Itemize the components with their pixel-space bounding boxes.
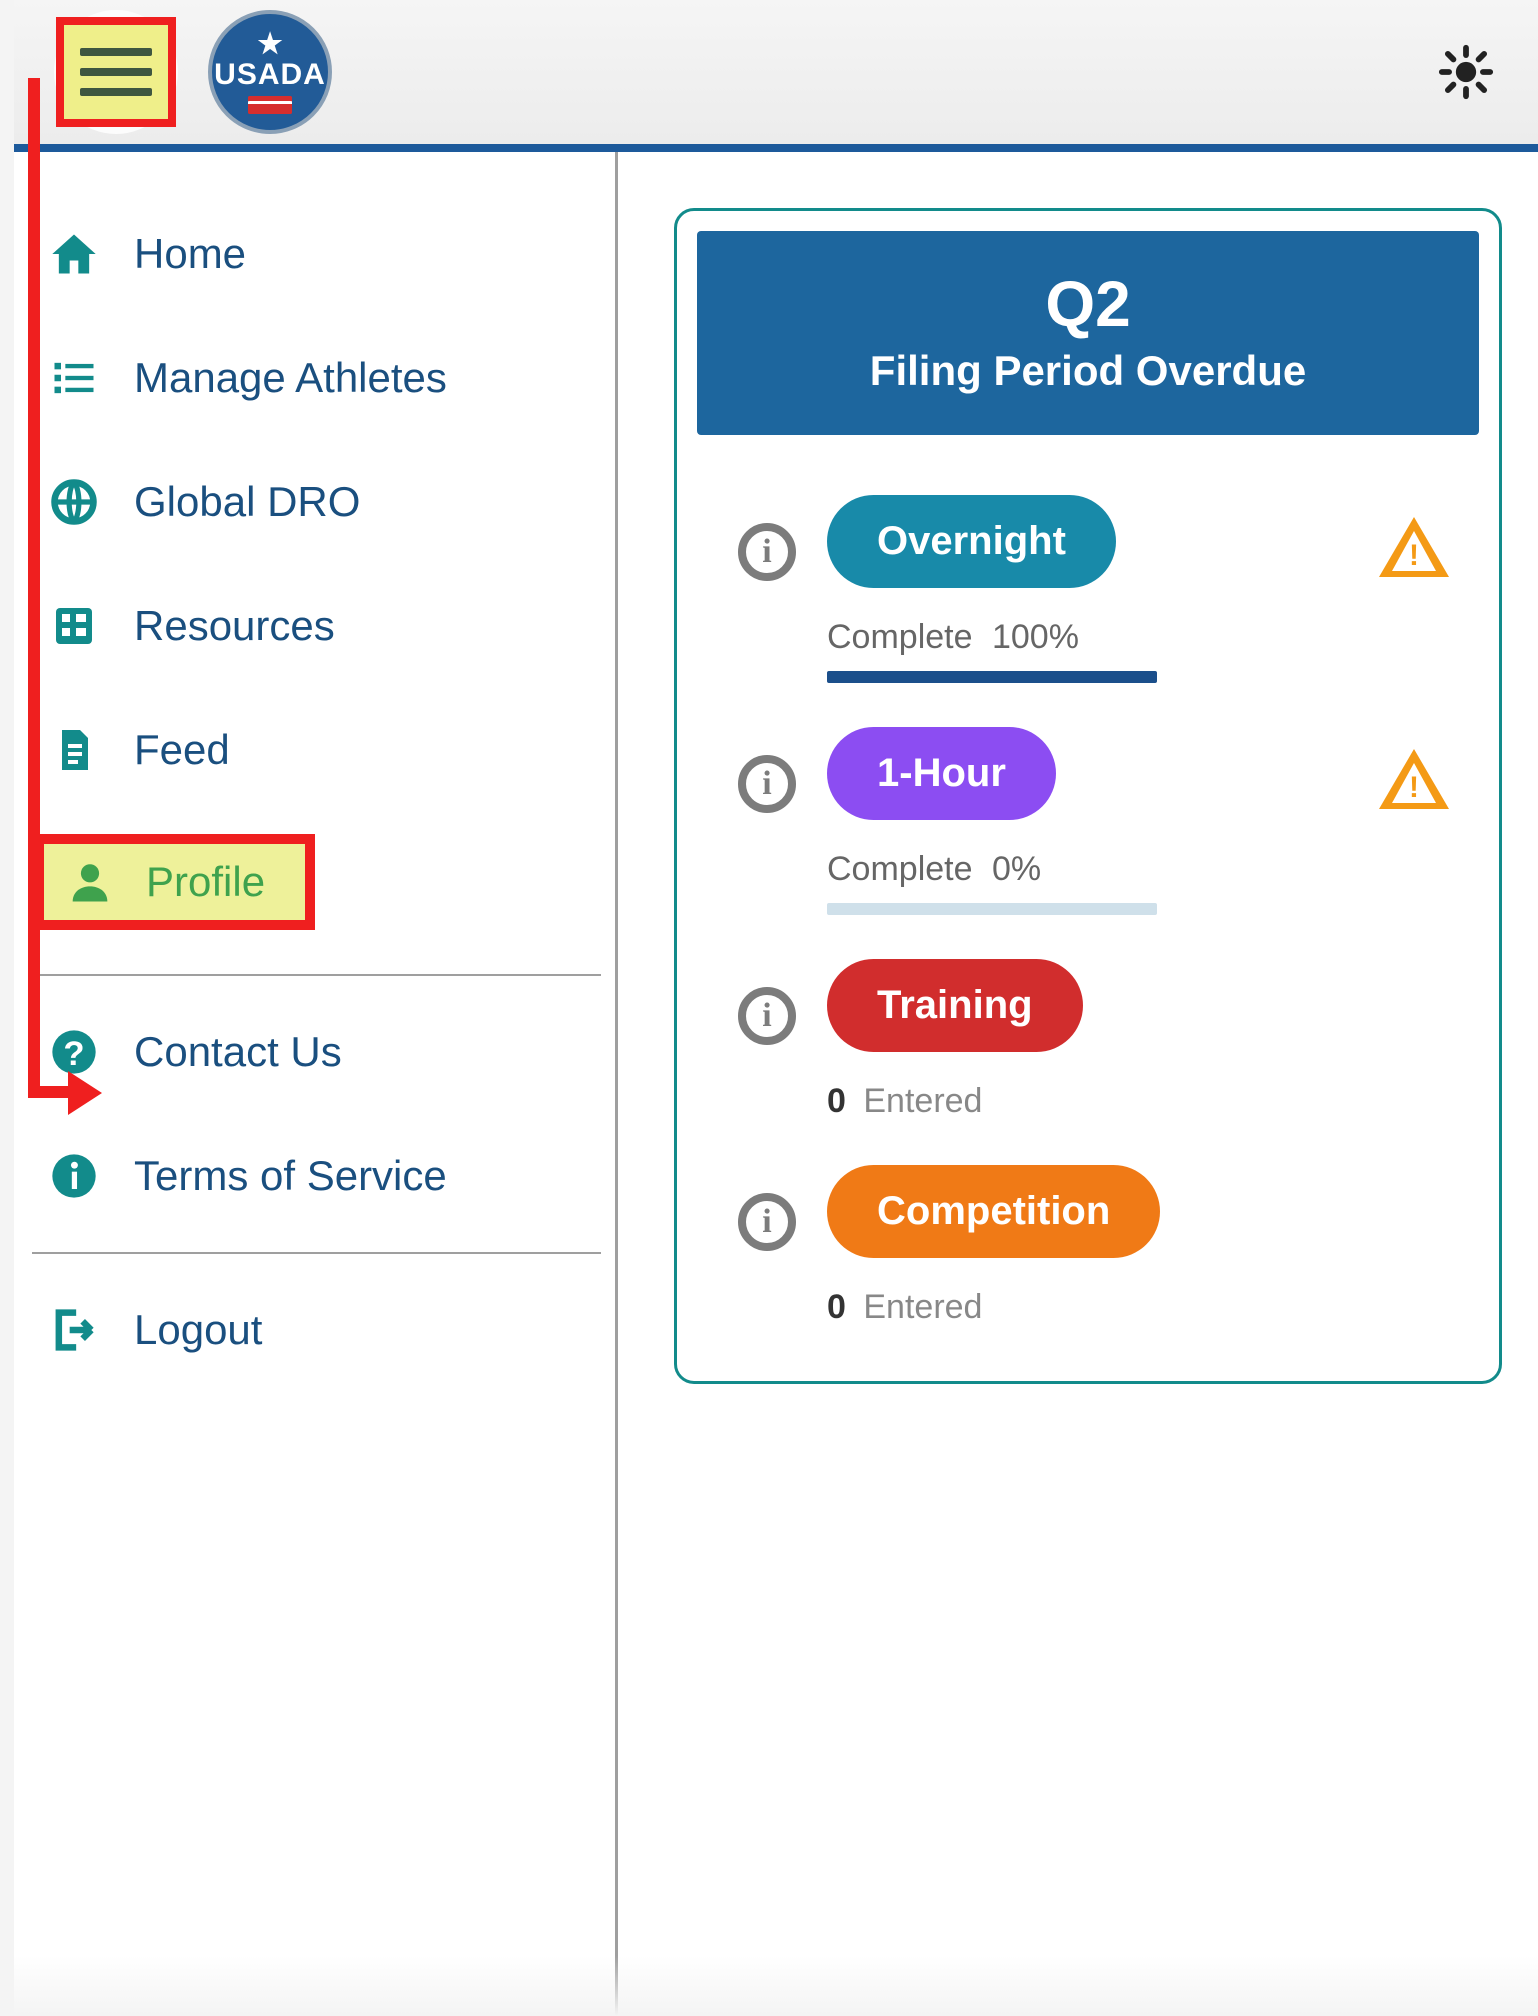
card-header: Q2 Filing Period Overdue <box>697 231 1479 435</box>
pill-training[interactable]: Training <box>827 959 1083 1052</box>
menu-button-container <box>54 10 178 134</box>
app-header: ★ USADA <box>14 0 1538 152</box>
status-line: Complete 100% <box>827 618 1079 663</box>
sidebar-item-label: Feed <box>134 726 230 774</box>
entry-overnight: i Overnight Complete 100% <box>677 475 1499 707</box>
entry-competition: i Competition 0 Entered <box>677 1145 1499 1351</box>
warning-icon <box>1379 517 1449 577</box>
entry-training: i Training 0 Entered <box>677 939 1499 1145</box>
app-body: Home Manage Athletes Global DRO Resource… <box>14 152 1538 2016</box>
count-value: 0 <box>827 1082 846 1120</box>
filing-period-card: Q2 Filing Period Overdue i Overnight Com… <box>674 208 1502 1384</box>
sidebar-item-label: Terms of Service <box>134 1152 447 1200</box>
status-label: Complete <box>827 850 973 888</box>
globe-icon <box>46 474 102 530</box>
sidebar-item-logout[interactable]: Logout <box>14 1268 615 1392</box>
sidebar-item-label: Manage Athletes <box>134 354 447 402</box>
sidebar-item-label: Global DRO <box>134 478 360 526</box>
sidebar-item-label: Profile <box>146 858 265 906</box>
count-label: Entered <box>863 1288 982 1326</box>
logo-text: USADA <box>214 58 326 92</box>
info-icon[interactable]: i <box>738 987 796 1045</box>
info-icon[interactable]: i <box>738 1193 796 1251</box>
status-value: 0% <box>992 850 1041 888</box>
sidebar-divider <box>32 974 601 976</box>
app-frame: ★ USADA <box>14 0 1538 2016</box>
sidebar-divider <box>32 1252 601 1254</box>
sidebar-item-label: Contact Us <box>134 1028 342 1076</box>
card-subtitle: Filing Period Overdue <box>717 347 1459 395</box>
svg-text:?: ? <box>63 1035 84 1073</box>
status-line: Complete 0% <box>827 850 1041 895</box>
count-line: 0 Entered <box>827 1288 982 1327</box>
count-value: 0 <box>827 1288 846 1326</box>
usada-logo: ★ USADA <box>208 10 332 134</box>
theme-toggle-button[interactable] <box>1434 40 1498 104</box>
menu-button-highlight <box>56 17 176 127</box>
sidebar-item-label: Logout <box>134 1306 262 1354</box>
status-value: 100% <box>992 618 1079 656</box>
main-content: Q2 Filing Period Overdue i Overnight Com… <box>618 152 1538 2016</box>
annotation-line-vertical <box>28 78 40 1096</box>
sidebar-item-terms[interactable]: Terms of Service <box>14 1114 615 1238</box>
logo-inner: ★ USADA <box>214 30 326 114</box>
home-icon <box>46 226 102 282</box>
hamburger-icon[interactable] <box>80 48 152 96</box>
sidebar-item-feed[interactable]: Feed <box>14 688 615 812</box>
sidebar-item-profile[interactable]: Profile <box>34 834 315 930</box>
logout-icon <box>46 1302 102 1358</box>
count-line: 0 Entered <box>827 1082 982 1121</box>
star-icon: ★ <box>214 30 326 58</box>
sun-icon <box>1437 43 1495 101</box>
count-label: Entered <box>863 1082 982 1120</box>
status-label: Complete <box>827 618 973 656</box>
user-icon <box>62 854 118 910</box>
document-icon <box>46 722 102 778</box>
pill-competition[interactable]: Competition <box>827 1165 1160 1258</box>
sidebar-item-global-dro[interactable]: Global DRO <box>14 440 615 564</box>
info-icon <box>46 1148 102 1204</box>
progress-bar-full <box>827 671 1157 683</box>
sidebar-item-contact-us[interactable]: ? Contact Us <box>14 990 615 1114</box>
sidebar-item-resources[interactable]: Resources <box>14 564 615 688</box>
sidebar-item-manage-athletes[interactable]: Manage Athletes <box>14 316 615 440</box>
quarter-label: Q2 <box>717 267 1459 341</box>
annotation-arrowhead <box>68 1071 102 1115</box>
flag-bars-icon <box>248 96 292 114</box>
sidebar-item-label: Resources <box>134 602 335 650</box>
list-icon <box>46 350 102 406</box>
entry-one-hour: i 1-Hour Complete 0% <box>677 707 1499 939</box>
sidebar-item-label: Home <box>134 230 246 278</box>
grid-icon <box>46 598 102 654</box>
info-icon[interactable]: i <box>738 755 796 813</box>
sidebar-item-home[interactable]: Home <box>14 192 615 316</box>
pill-one-hour[interactable]: 1-Hour <box>827 727 1056 820</box>
warning-icon <box>1379 749 1449 809</box>
pill-overnight[interactable]: Overnight <box>827 495 1116 588</box>
progress-bar-empty <box>827 903 1157 915</box>
sidebar: Home Manage Athletes Global DRO Resource… <box>14 152 618 2016</box>
info-icon[interactable]: i <box>738 523 796 581</box>
